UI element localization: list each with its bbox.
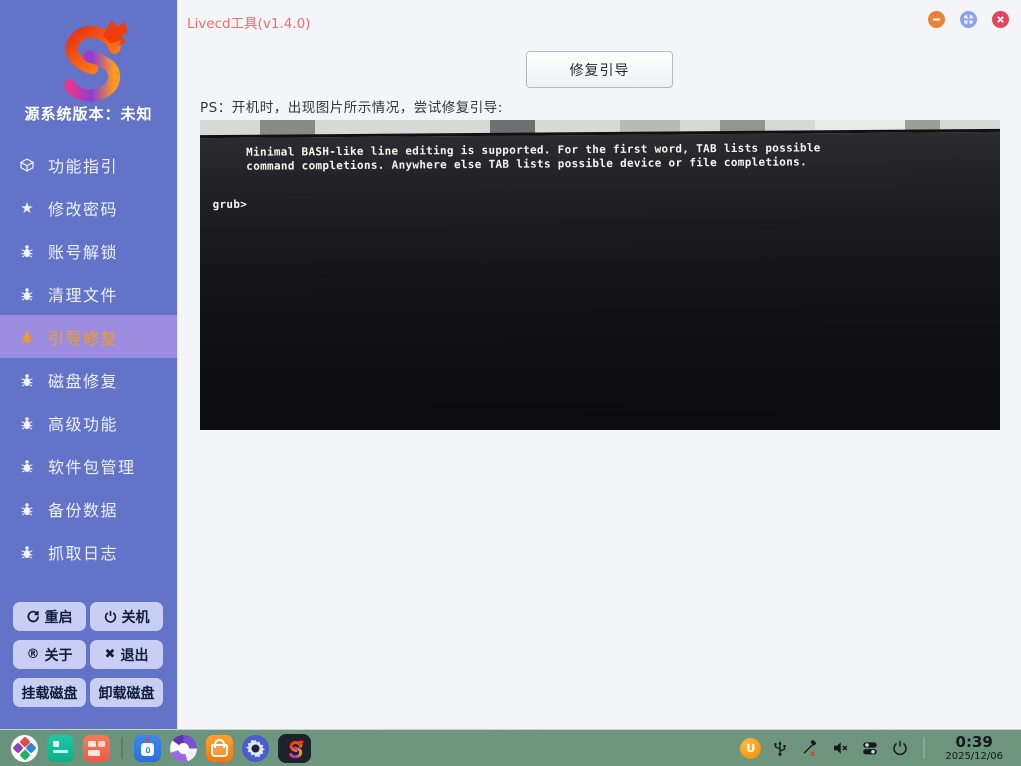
main-content: Livecd工具(v1.4.0) 修复引导 PS：开机时，出现图片所示情况，尝试… bbox=[177, 0, 1021, 729]
toggles-icon[interactable] bbox=[859, 737, 881, 759]
registered-icon: ® bbox=[27, 648, 40, 661]
cube-icon bbox=[17, 155, 37, 175]
bug-icon bbox=[17, 327, 37, 347]
bug-icon bbox=[17, 542, 37, 562]
sidebar-item-label: 磁盘修复 bbox=[48, 368, 118, 392]
mount-disk-button[interactable]: 挂载磁盘 bbox=[13, 678, 86, 707]
grub-prompt: grub> bbox=[213, 192, 1000, 212]
source-system-version: 源系统版本：未知 bbox=[0, 103, 177, 124]
power-icon[interactable] bbox=[889, 737, 911, 759]
dragon-logo bbox=[0, 12, 177, 110]
app-launcher-icon[interactable] bbox=[11, 735, 38, 762]
star-icon: ★ bbox=[17, 198, 37, 218]
system-tray: U 0:39 2025/12/06 bbox=[740, 734, 1021, 762]
sidebar-action-buttons: 重启 关机 ® 关于 ✖ 退出 挂载磁盘 卸载磁盘 bbox=[13, 602, 165, 707]
volume-muted-icon[interactable] bbox=[829, 737, 851, 759]
bug-icon bbox=[17, 499, 37, 519]
sidebar-item-package-management[interactable]: 软件包管理 bbox=[0, 444, 177, 487]
sidebar: 源系统版本：未知 功能指引 ★ 修改密码 账号解锁 清理文件 bbox=[0, 0, 177, 729]
sidebar-item-account-unlock[interactable]: 账号解锁 bbox=[0, 229, 177, 272]
shutdown-button[interactable]: 关机 bbox=[90, 602, 163, 631]
maximize-icon bbox=[964, 15, 973, 24]
sidebar-item-boot-repair[interactable]: 引导修复 bbox=[0, 315, 177, 358]
bug-icon bbox=[17, 370, 37, 390]
network-disconnected-icon[interactable] bbox=[799, 737, 821, 759]
tray-separator bbox=[923, 737, 925, 759]
button-label: 关机 bbox=[122, 607, 150, 627]
sidebar-item-grab-logs[interactable]: 抓取日志 bbox=[0, 530, 177, 573]
bug-icon bbox=[17, 241, 37, 261]
sidebar-item-label: 修改密码 bbox=[48, 196, 118, 220]
sidebar-item-clean-files[interactable]: 清理文件 bbox=[0, 272, 177, 315]
button-label: 挂载磁盘 bbox=[22, 683, 78, 703]
app-grid-icon[interactable] bbox=[83, 735, 110, 762]
sidebar-item-label: 引导修复 bbox=[48, 325, 118, 349]
about-button[interactable]: ® 关于 bbox=[13, 640, 86, 669]
browser-icon[interactable] bbox=[170, 735, 197, 762]
sidebar-item-change-password[interactable]: ★ 修改密码 bbox=[0, 186, 177, 229]
sidebar-item-backup-data[interactable]: 备份数据 bbox=[0, 487, 177, 530]
taskbar-launcher-area bbox=[0, 734, 311, 763]
livecd-tool-active-icon[interactable] bbox=[278, 734, 311, 763]
safe-box-icon[interactable] bbox=[134, 735, 161, 762]
restart-icon bbox=[27, 610, 40, 623]
maximize-button[interactable] bbox=[960, 11, 977, 28]
repair-boot-button[interactable]: 修复引导 bbox=[526, 51, 673, 88]
usb-icon[interactable] bbox=[769, 737, 791, 759]
close-icon bbox=[996, 15, 1005, 24]
sidebar-item-label: 备份数据 bbox=[48, 497, 118, 521]
power-icon bbox=[104, 610, 117, 623]
sidebar-item-feature-guide[interactable]: 功能指引 bbox=[0, 143, 177, 186]
button-label: 卸载磁盘 bbox=[99, 683, 155, 703]
unmount-disk-button[interactable]: 卸载磁盘 bbox=[90, 678, 163, 707]
close-button[interactable] bbox=[992, 11, 1009, 28]
input-method-u-icon[interactable]: U bbox=[740, 738, 761, 759]
window-controls bbox=[928, 11, 1009, 28]
sidebar-item-advanced-features[interactable]: 高级功能 bbox=[0, 401, 177, 444]
sidebar-item-label: 软件包管理 bbox=[48, 454, 136, 478]
button-label: 退出 bbox=[120, 645, 148, 665]
minimize-icon bbox=[932, 15, 941, 24]
bug-icon bbox=[17, 456, 37, 476]
sidebar-item-label: 抓取日志 bbox=[48, 540, 118, 564]
file-manager-icon[interactable] bbox=[47, 735, 74, 762]
bug-icon bbox=[17, 413, 37, 433]
ps-note-text: PS：开机时，出现图片所示情况，尝试修复引导: bbox=[200, 96, 503, 116]
grub-screenshot-photo: Minimal BASH-like line editing is suppor… bbox=[200, 120, 1000, 430]
taskbar: U 0:39 2025/12/06 bbox=[0, 729, 1021, 766]
sidebar-menu: 功能指引 ★ 修改密码 账号解锁 清理文件 引导修复 bbox=[0, 143, 177, 573]
bug-icon bbox=[17, 284, 37, 304]
close-x-icon: ✖ bbox=[105, 648, 116, 661]
exit-button[interactable]: ✖ 退出 bbox=[90, 640, 163, 669]
monitor-screen: Minimal BASH-like line editing is suppor… bbox=[200, 129, 1000, 430]
taskbar-clock[interactable]: 0:39 2025/12/06 bbox=[937, 734, 1011, 762]
clock-date: 2025/12/06 bbox=[945, 751, 1003, 762]
settings-gear-icon[interactable] bbox=[242, 735, 269, 762]
window-title: Livecd工具(v1.4.0) bbox=[187, 12, 310, 32]
clock-time: 0:39 bbox=[945, 734, 1003, 751]
button-label: 关于 bbox=[45, 645, 73, 665]
restart-button[interactable]: 重启 bbox=[13, 602, 86, 631]
sidebar-item-label: 高级功能 bbox=[48, 411, 118, 435]
taskbar-separator bbox=[121, 737, 123, 759]
app-store-icon[interactable] bbox=[206, 735, 233, 762]
sidebar-item-disk-repair[interactable]: 磁盘修复 bbox=[0, 358, 177, 401]
sidebar-item-label: 账号解锁 bbox=[48, 239, 118, 263]
sidebar-item-label: 功能指引 bbox=[48, 153, 118, 177]
button-label: 重启 bbox=[45, 607, 73, 627]
minimize-button[interactable] bbox=[928, 11, 945, 28]
sidebar-item-label: 清理文件 bbox=[48, 282, 118, 306]
